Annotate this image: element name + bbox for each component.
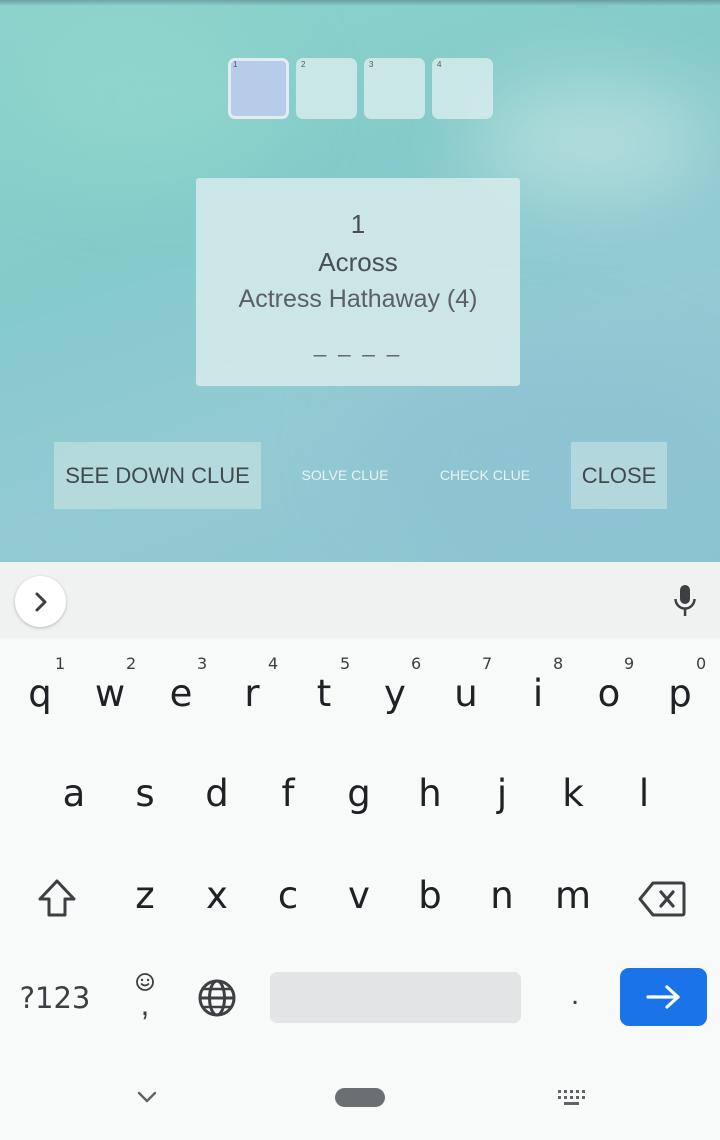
key-t[interactable]: t — [294, 674, 354, 714]
key-hint-1: 1 — [55, 654, 66, 673]
key-j[interactable]: j — [472, 774, 532, 814]
key-hint-4: 4 — [268, 654, 279, 673]
shift-icon[interactable] — [36, 878, 78, 918]
key-i[interactable]: i — [508, 674, 568, 714]
key-h[interactable]: h — [400, 774, 460, 814]
globe-icon[interactable] — [197, 978, 237, 1018]
key-l[interactable]: l — [614, 774, 674, 814]
key-d[interactable]: d — [187, 774, 247, 814]
cell-number: 3 — [369, 60, 374, 69]
key-n[interactable]: n — [472, 876, 532, 916]
clue-direction: Across — [318, 247, 398, 277]
key-x[interactable]: x — [187, 876, 247, 916]
comma-key[interactable]: , — [130, 984, 160, 1024]
chevron-right-icon — [35, 592, 47, 612]
key-q[interactable]: q — [10, 674, 70, 714]
see-down-clue-button[interactable]: SEE DOWN CLUE — [54, 442, 261, 509]
keyboard: q w e r t y u i o p 1 2 3 4 5 6 7 8 9 0 … — [0, 638, 720, 1140]
keyboard-icon[interactable] — [556, 1088, 588, 1108]
clue-number: 1 — [350, 209, 366, 239]
close-button[interactable]: CLOSE — [571, 442, 667, 509]
key-u[interactable]: u — [436, 674, 496, 714]
crossword-panel: 1 2 3 4 1 Across Actress Hathaway (4) _ … — [0, 0, 720, 562]
answer-cell-1[interactable]: 1 — [228, 58, 289, 119]
home-pill[interactable] — [335, 1088, 385, 1107]
key-hint-3: 3 — [197, 654, 208, 673]
key-r[interactable]: r — [222, 674, 282, 714]
key-hint-2: 2 — [126, 654, 137, 673]
check-clue-button[interactable]: CHECK CLUE — [430, 442, 540, 509]
key-f[interactable]: f — [258, 774, 318, 814]
key-y[interactable]: y — [365, 674, 425, 714]
spacebar[interactable] — [270, 972, 521, 1023]
key-g[interactable]: g — [329, 774, 389, 814]
answer-cell-2[interactable]: 2 — [296, 58, 357, 119]
key-b[interactable]: b — [400, 876, 460, 916]
key-c[interactable]: c — [258, 876, 318, 916]
arrow-right-icon — [646, 985, 680, 1009]
key-w[interactable]: w — [80, 674, 140, 714]
clue-card: 1 Across Actress Hathaway (4) _ _ _ _ — [196, 178, 520, 386]
key-hint-8: 8 — [553, 654, 564, 673]
key-hint-5: 5 — [340, 654, 351, 673]
key-a[interactable]: a — [44, 774, 104, 814]
key-p[interactable]: p — [650, 674, 710, 714]
keyboard-toolbar — [0, 562, 720, 638]
key-z[interactable]: z — [115, 876, 175, 916]
key-hint-9: 9 — [624, 654, 635, 673]
cell-number: 2 — [301, 60, 306, 69]
symbols-key[interactable]: ?123 — [0, 978, 110, 1018]
answer-pattern: _ _ _ _ — [313, 332, 403, 357]
solve-clue-button[interactable]: SOLVE CLUE — [290, 442, 400, 509]
key-k[interactable]: k — [543, 774, 603, 814]
enter-key[interactable] — [620, 968, 707, 1026]
backspace-icon[interactable] — [638, 880, 686, 918]
expand-toolbar-button[interactable] — [15, 576, 66, 627]
key-m[interactable]: m — [543, 876, 603, 916]
cell-number: 1 — [233, 60, 238, 69]
microphone-icon[interactable] — [672, 584, 698, 618]
chevron-down-icon[interactable] — [136, 1090, 158, 1104]
key-s[interactable]: s — [115, 774, 175, 814]
key-e[interactable]: e — [151, 674, 211, 714]
key-o[interactable]: o — [579, 674, 639, 714]
key-v[interactable]: v — [329, 876, 389, 916]
answer-cells: 1 2 3 4 — [228, 58, 493, 120]
cell-number: 4 — [437, 60, 442, 69]
key-hint-0: 0 — [696, 654, 707, 673]
clue-text: Actress Hathaway (4) — [238, 285, 478, 313]
answer-cell-4[interactable]: 4 — [432, 58, 493, 119]
key-hint-7: 7 — [482, 654, 493, 673]
key-hint-6: 6 — [411, 654, 422, 673]
answer-cell-3[interactable]: 3 — [364, 58, 425, 119]
period-key[interactable]: . — [555, 978, 595, 1012]
